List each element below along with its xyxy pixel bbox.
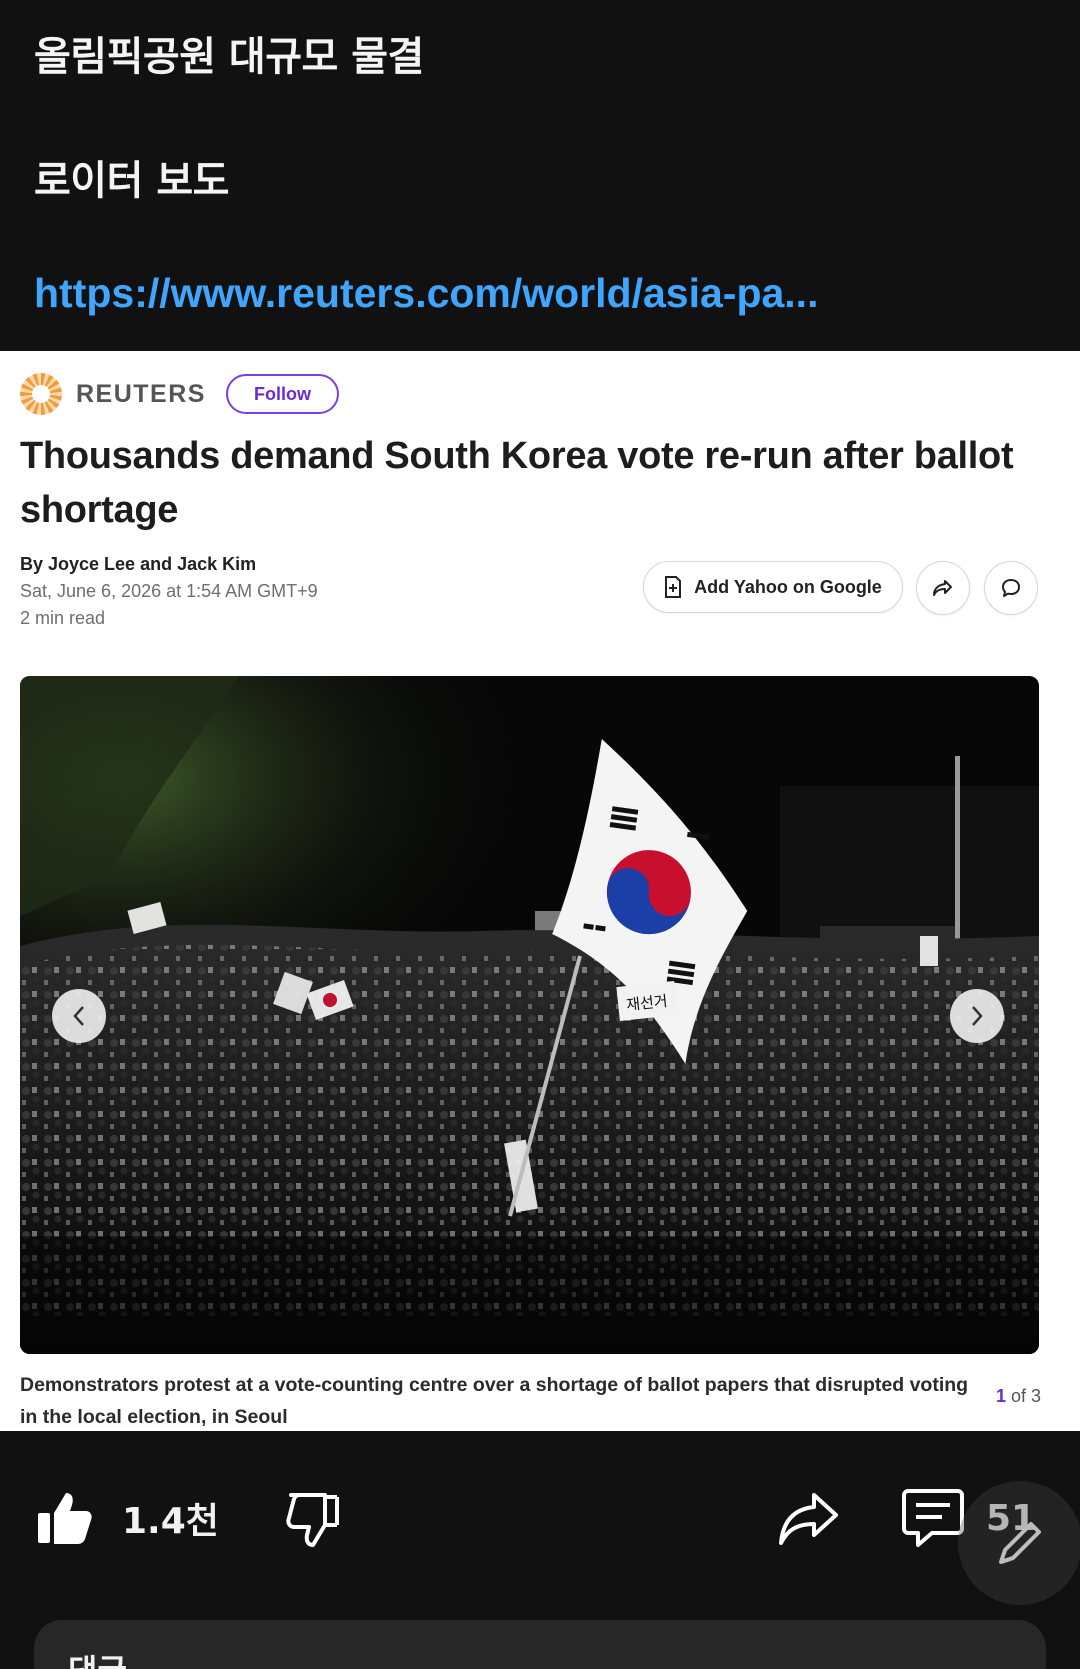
article-headline: Thousands demand South Korea vote re-run… — [20, 435, 1014, 531]
article-screenshot[interactable]: REUTERS Follow Thousands demand South Ko… — [0, 351, 1080, 1431]
article-photo: 재선거 — [20, 676, 1039, 1354]
post-line-title: 올림픽공원 대규모 물결 — [34, 34, 424, 80]
article-link[interactable]: https://www.reuters.com/world/asia-pa... — [34, 270, 818, 317]
edit-pencil-icon — [999, 1522, 1041, 1564]
share-button[interactable] — [778, 1491, 840, 1547]
photo-counter: 1 of 3 — [996, 1386, 1041, 1407]
article-read-time: 2 min read — [20, 608, 106, 628]
article-share-button — [916, 561, 970, 615]
carousel-prev-button — [52, 989, 106, 1043]
photo-counter-total: of 3 — [1006, 1386, 1042, 1406]
source-name: REUTERS — [76, 379, 206, 408]
article-date: Sat, June 6, 2026 at 1:54 AM GMT+9 — [20, 581, 318, 601]
post-text-area: 올림픽공원 대규모 물결 로이터 보도 https://www.reuters.… — [0, 0, 1080, 351]
protest-crowd-image: 재선거 — [20, 676, 1039, 1354]
comments-title: 댓글 — [68, 1646, 127, 1669]
speech-bubble-icon — [1002, 579, 1020, 597]
thumbs-down-icon — [286, 1493, 339, 1547]
post-line-subtitle: 로이터 보도 — [34, 158, 229, 204]
like-button[interactable]: 1.4천 — [36, 1489, 219, 1547]
bookmark-add-icon — [665, 576, 682, 598]
add-yahoo-button: Add Yahoo on Google — [643, 561, 903, 613]
article-byline: By Joyce Lee and Jack Kim — [20, 554, 257, 574]
follow-button: Follow — [225, 374, 339, 414]
comment-icon — [902, 1489, 964, 1547]
edit-fab[interactable] — [958, 1481, 1080, 1605]
chevron-right-icon — [972, 1006, 983, 1026]
comments-section[interactable]: 댓글 — [34, 1620, 1046, 1669]
photo-counter-current: 1 — [996, 1386, 1007, 1406]
share-icon — [779, 1493, 838, 1545]
reuters-logo-icon — [20, 373, 62, 415]
chevron-left-icon — [73, 1006, 84, 1026]
thumbs-up-icon — [38, 1493, 92, 1544]
action-bar: 1.4천 51 — [0, 1431, 1080, 1611]
source-row: REUTERS Follow — [20, 373, 339, 415]
like-count: 1.4천 — [122, 1501, 219, 1542]
share-arrow-icon — [933, 580, 952, 596]
article-comment-button — [984, 561, 1038, 615]
dislike-button[interactable] — [285, 1491, 343, 1549]
photo-caption: Demonstrators protest at a vote-counting… — [20, 1374, 969, 1428]
add-yahoo-label: Add Yahoo on Google — [694, 576, 882, 597]
carousel-next-button — [950, 989, 1004, 1043]
